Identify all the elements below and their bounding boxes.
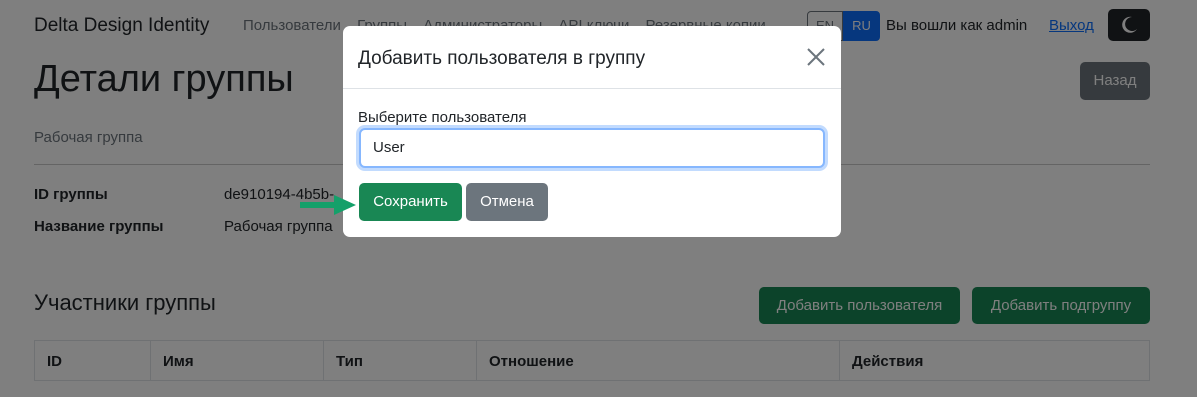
user-select[interactable]: User bbox=[359, 128, 825, 168]
cancel-button[interactable]: Отмена bbox=[466, 183, 548, 221]
pointer-arrow-icon bbox=[300, 195, 356, 215]
close-button[interactable] bbox=[805, 46, 827, 68]
modal-divider bbox=[343, 88, 841, 89]
modal-title: Добавить пользователя в группу bbox=[358, 48, 646, 69]
select-user-label: Выберите пользователя bbox=[358, 109, 527, 126]
add-user-modal: Добавить пользователя в группу Выберите … bbox=[343, 26, 841, 237]
close-icon bbox=[807, 48, 825, 66]
save-button[interactable]: Сохранить bbox=[359, 183, 462, 221]
